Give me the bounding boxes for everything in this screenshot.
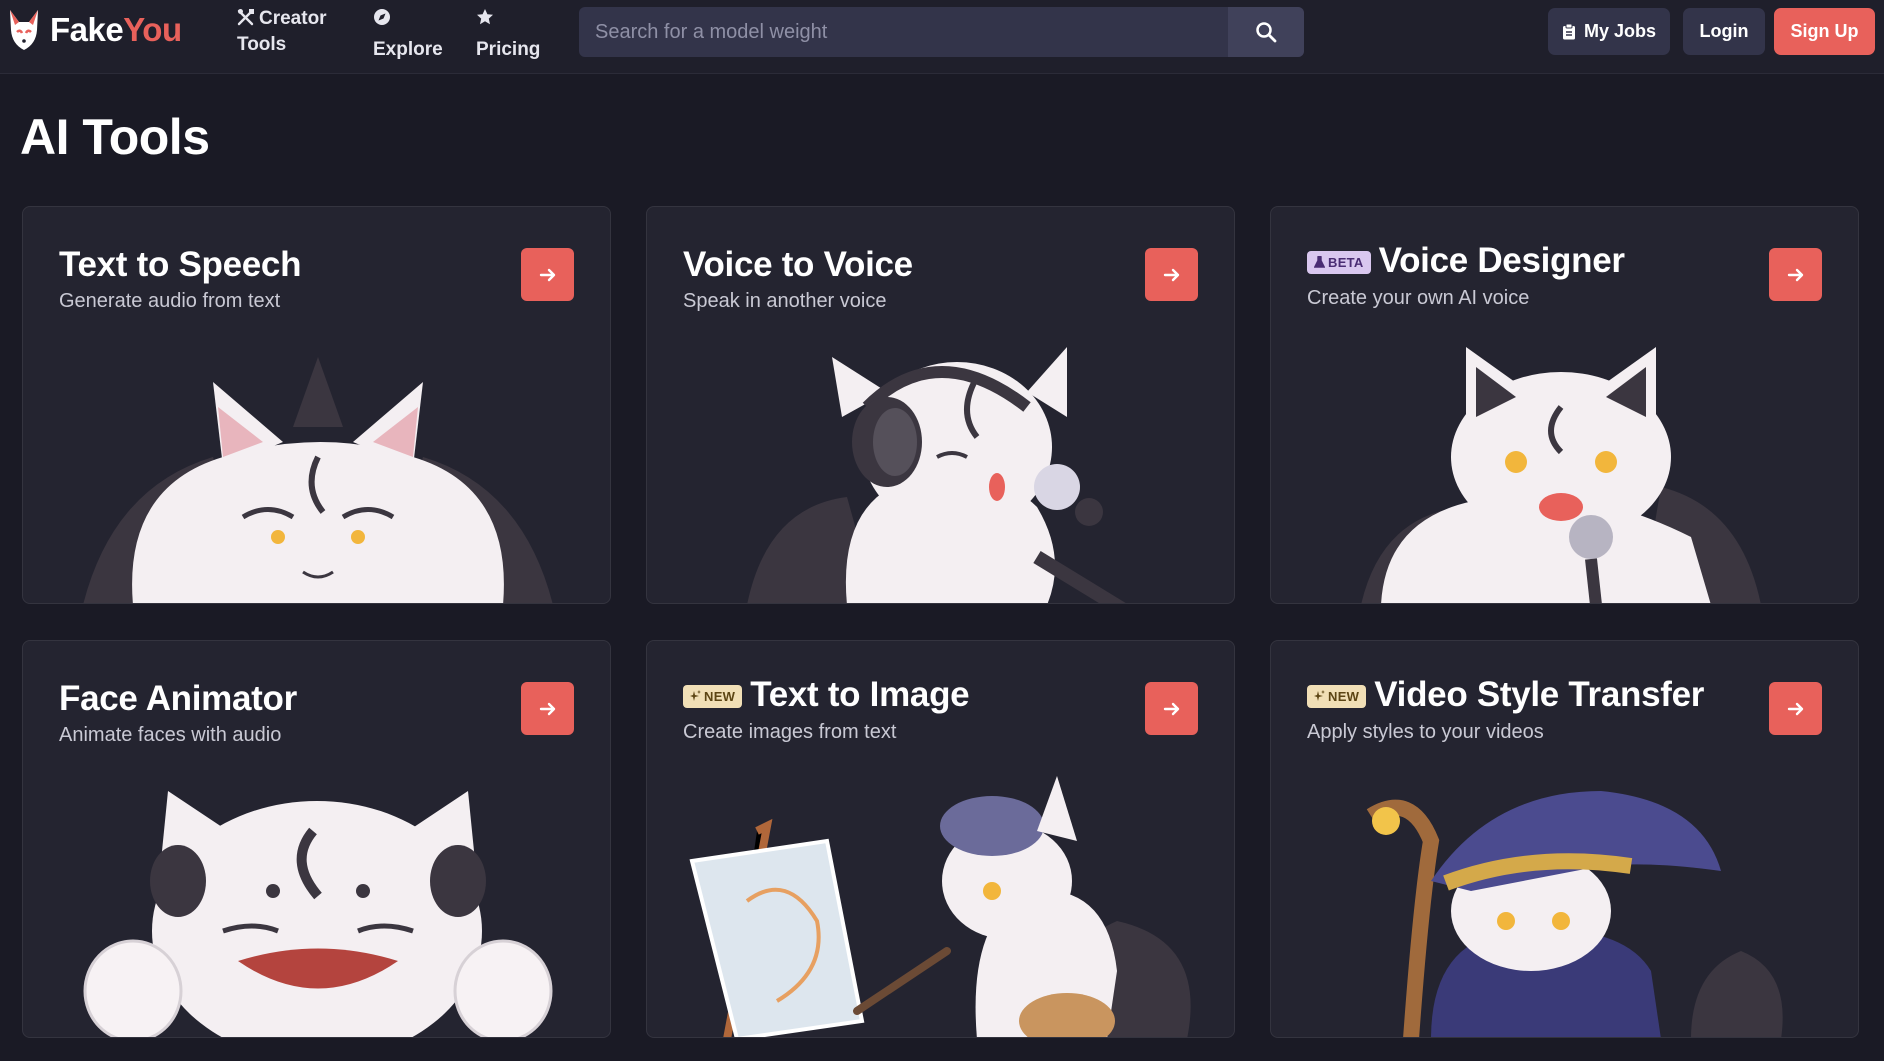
- flask-icon: [1313, 255, 1326, 268]
- beta-badge-label: BETA: [1328, 255, 1364, 270]
- fox-singer-illustration: [747, 347, 1126, 603]
- tools-icon: [237, 9, 254, 26]
- nav-creator-tools-label-2: Tools: [237, 33, 287, 55]
- open-tool-button[interactable]: [521, 682, 574, 735]
- card-subtitle: Create images from text: [683, 721, 897, 743]
- brand-name-part2: You: [123, 11, 182, 48]
- nav-explore[interactable]: Explore: [373, 6, 443, 63]
- signup-button[interactable]: Sign Up: [1774, 8, 1875, 55]
- arrow-right-icon: [1163, 268, 1179, 281]
- new-badge-label: NEW: [704, 689, 736, 704]
- beta-badge: BETA: [1307, 251, 1371, 274]
- card-title: Video Style Transfer: [1374, 675, 1705, 714]
- search-icon: [1256, 22, 1277, 43]
- open-tool-button[interactable]: [1145, 248, 1198, 301]
- nav-creator-tools[interactable]: Creator Tools: [237, 6, 327, 57]
- nav-explore-label: Explore: [373, 39, 443, 60]
- star-icon: [477, 9, 493, 25]
- card-subtitle: Speak in another voice: [683, 290, 887, 312]
- login-button[interactable]: Login: [1683, 8, 1765, 55]
- card-subtitle: Create your own AI voice: [1307, 287, 1530, 309]
- open-tool-button[interactable]: [521, 248, 574, 301]
- new-badge: NEW: [1307, 685, 1367, 708]
- fox-microphone-illustration: [1361, 347, 1761, 603]
- brand-name-part1: Fake: [50, 11, 124, 48]
- arrow-right-icon: [1163, 702, 1179, 715]
- card-title: Text to Speech: [59, 245, 302, 284]
- logo[interactable]: FakeYou: [6, 8, 182, 52]
- card-title: Text to Image: [750, 675, 970, 714]
- open-tool-button[interactable]: [1769, 682, 1822, 735]
- new-badge: NEW: [683, 685, 743, 708]
- search-bar: [579, 7, 1304, 57]
- sparkle-icon: [690, 690, 701, 701]
- tool-card-video-style-transfer[interactable]: NEW Video Style Transfer Apply styles to…: [1270, 640, 1859, 1038]
- clipboard-icon: [1562, 23, 1575, 40]
- new-badge-label: NEW: [1328, 689, 1360, 704]
- open-tool-button[interactable]: [1769, 248, 1822, 301]
- card-title-row: NEW Video Style Transfer: [1307, 675, 1704, 715]
- my-jobs-label: My Jobs: [1583, 21, 1657, 41]
- brand-name: FakeYou: [50, 11, 182, 49]
- tool-card-voice-to-voice[interactable]: Voice to Voice Speak in another voice: [646, 206, 1235, 604]
- top-navbar: FakeYou Creator Tools Explore Pricing Se…: [0, 0, 1884, 74]
- card-subtitle: Animate faces with audio: [59, 724, 282, 746]
- card-subtitle: Generate audio from text: [59, 290, 281, 312]
- my-jobs-button[interactable]: My Jobs: [1548, 8, 1670, 55]
- card-title: Voice to Voice: [683, 245, 913, 284]
- nav-pricing-label: Pricing: [476, 39, 541, 60]
- arrow-right-icon: [539, 702, 555, 715]
- nav-creator-tools-label-1: Creator: [259, 8, 327, 29]
- fox-mask-logo-icon: [10, 10, 38, 50]
- card-subtitle: Apply styles to your videos: [1307, 721, 1544, 743]
- sparkle-icon: [1314, 690, 1325, 701]
- arrow-right-icon: [1787, 268, 1803, 281]
- nav-pricing[interactable]: Pricing: [476, 6, 540, 63]
- tool-card-text-to-speech[interactable]: Text to Speech Generate audio from text: [22, 206, 611, 604]
- search-button[interactable]: [1228, 7, 1304, 57]
- card-title-row: NEW Text to Image: [683, 675, 970, 715]
- tool-card-voice-designer[interactable]: BETA Voice Designer Create your own AI v…: [1270, 206, 1859, 604]
- tool-card-face-animator[interactable]: Face Animator Animate faces with audio: [22, 640, 611, 1038]
- fox-face-illustration: [83, 791, 553, 1037]
- page-title: AI Tools: [20, 109, 210, 165]
- fox-wizard-illustration: [1366, 791, 1783, 1037]
- compass-icon: [374, 9, 390, 25]
- fox-mascot-illustration: [83, 357, 553, 603]
- card-title: Voice Designer: [1378, 241, 1625, 280]
- arrow-right-icon: [539, 268, 555, 281]
- arrow-right-icon: [1787, 702, 1803, 715]
- card-title-row: BETA Voice Designer: [1307, 241, 1625, 281]
- tool-card-text-to-image[interactable]: NEW Text to Image Create images from tex…: [646, 640, 1235, 1038]
- fox-painter-illustration: [689, 776, 1191, 1037]
- open-tool-button[interactable]: [1145, 682, 1198, 735]
- search-input[interactable]: [579, 7, 1228, 57]
- card-title: Face Animator: [59, 679, 297, 718]
